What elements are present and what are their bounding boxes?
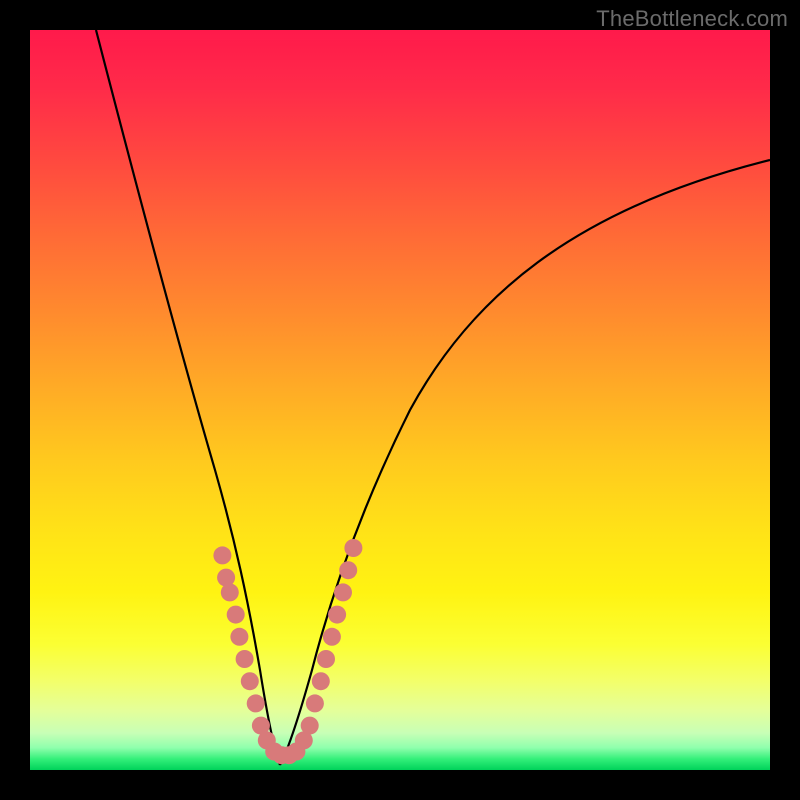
data-dot xyxy=(306,694,324,712)
data-dot xyxy=(213,546,231,564)
data-dot xyxy=(301,717,319,735)
curve-right xyxy=(280,160,770,765)
chart-frame: TheBottleneck.com xyxy=(0,0,800,800)
data-dot xyxy=(236,650,254,668)
data-dot xyxy=(230,628,248,646)
plot-area xyxy=(30,30,770,770)
data-dot xyxy=(317,650,335,668)
data-dot xyxy=(241,672,259,690)
data-dot xyxy=(247,694,265,712)
data-dot xyxy=(339,561,357,579)
data-dot xyxy=(312,672,330,690)
data-dot xyxy=(334,583,352,601)
chart-svg xyxy=(30,30,770,770)
data-dot xyxy=(227,606,245,624)
data-dot xyxy=(323,628,341,646)
data-dot xyxy=(344,539,362,557)
watermark-text: TheBottleneck.com xyxy=(596,6,788,32)
dots-group xyxy=(213,539,362,764)
data-dot xyxy=(221,583,239,601)
data-dot xyxy=(328,606,346,624)
